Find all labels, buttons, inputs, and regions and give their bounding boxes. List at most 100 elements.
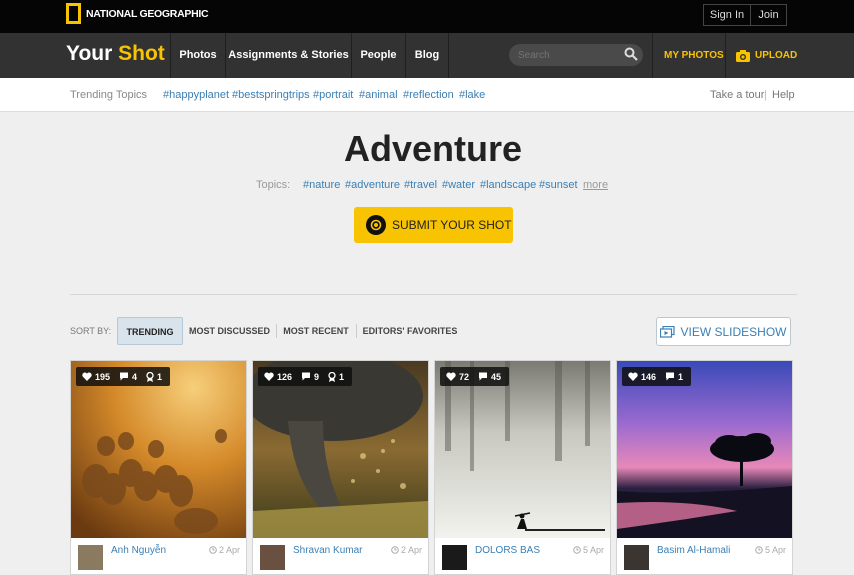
avatar[interactable] bbox=[260, 545, 285, 570]
awards-count: 1 bbox=[339, 371, 345, 382]
sign-in-link[interactable]: Sign In bbox=[703, 4, 751, 26]
comments-count: 4 bbox=[132, 371, 138, 382]
avatar[interactable] bbox=[624, 545, 649, 570]
photo-card[interactable]: 126 9 1 Shravan Kumar 2 Apr bbox=[252, 360, 429, 575]
trending-tag[interactable]: #lake bbox=[459, 89, 485, 101]
topic-tag[interactable]: #sunset bbox=[539, 179, 578, 191]
sort-trending[interactable]: TRENDING bbox=[117, 317, 183, 345]
photo-card[interactable]: 72 45 DOLORS BAS 5 Apr bbox=[434, 360, 611, 575]
date-text: 5 Apr bbox=[582, 545, 604, 555]
nav-blog[interactable]: Blog bbox=[405, 33, 449, 78]
page-title: Adventure bbox=[343, 128, 523, 169]
author-name[interactable]: Anh Nguyễn bbox=[111, 545, 201, 557]
upload-label: UPLOAD bbox=[755, 50, 798, 61]
photo-stats: 195 4 1 bbox=[76, 367, 171, 386]
sort-editors-favorites[interactable]: EDITORS' FAVORITES bbox=[362, 317, 458, 345]
awards-count: 1 bbox=[157, 371, 163, 382]
topic-tag[interactable]: #nature bbox=[303, 179, 340, 191]
sort-most-discussed[interactable]: MOST DISCUSSED bbox=[189, 317, 270, 345]
slideshow-icon bbox=[660, 325, 676, 338]
top-bar: NATIONAL GEOGRAPHIC Sign In Join bbox=[0, 0, 854, 33]
trending-tag[interactable]: #happyplanet bbox=[163, 89, 229, 101]
your-shot-brand[interactable]: Your Shot bbox=[66, 42, 165, 66]
likes-count: 72 bbox=[459, 371, 470, 382]
heart-icon bbox=[82, 372, 92, 381]
author-name[interactable]: DOLORS BAS bbox=[475, 545, 565, 557]
trending-tag[interactable]: #animal bbox=[359, 89, 398, 101]
topic-tag[interactable]: #water bbox=[442, 179, 475, 191]
likes-count: 195 bbox=[95, 371, 111, 382]
comments-count: 9 bbox=[314, 371, 320, 382]
nav-people[interactable]: People bbox=[351, 33, 405, 78]
clock-icon bbox=[391, 546, 399, 554]
camera-icon bbox=[736, 49, 750, 62]
join-link[interactable]: Join bbox=[751, 4, 787, 26]
trending-tag[interactable]: #portrait bbox=[313, 89, 353, 101]
comment-icon bbox=[120, 372, 129, 381]
award-icon bbox=[328, 371, 336, 382]
natgeo-logo[interactable]: NATIONAL GEOGRAPHIC bbox=[66, 3, 209, 24]
view-slideshow-label: VIEW SLIDESHOW bbox=[680, 324, 787, 339]
clock-icon bbox=[209, 546, 217, 554]
nav-assignments-stories[interactable]: Assignments & Stories bbox=[225, 33, 351, 78]
date-text: 5 Apr bbox=[764, 545, 786, 555]
nav-photos[interactable]: Photos bbox=[170, 33, 225, 78]
photo-stats: 72 45 bbox=[440, 367, 510, 386]
comments-count: 45 bbox=[491, 371, 502, 382]
yellow-frame-icon bbox=[66, 3, 81, 24]
clock-icon bbox=[573, 546, 581, 554]
photo-thumbnail[interactable] bbox=[617, 361, 792, 538]
main-nav: Your Shot Photos Assignments & Stories P… bbox=[0, 33, 854, 78]
view-slideshow-button[interactable]: VIEW SLIDESHOW bbox=[656, 317, 791, 346]
submit-shot-button[interactable]: SUBMIT YOUR SHOT bbox=[354, 207, 513, 243]
help-link[interactable]: Help bbox=[772, 89, 795, 101]
take-tour-link[interactable]: Take a tour bbox=[710, 89, 764, 101]
logo-text: NATIONAL GEOGRAPHIC bbox=[86, 7, 209, 20]
submit-shot-label: SUBMIT YOUR SHOT bbox=[392, 218, 512, 232]
date-text: 2 Apr bbox=[400, 545, 422, 555]
topic-tag[interactable]: #landscape bbox=[480, 179, 536, 191]
photo-date: 5 Apr bbox=[573, 545, 604, 555]
photo-date: 5 Apr bbox=[755, 545, 786, 555]
photo-card[interactable]: 146 1 Basim Al-Hamali 5 Apr bbox=[616, 360, 793, 575]
nav-separator bbox=[725, 33, 726, 78]
topics-label: Topics: bbox=[256, 179, 291, 191]
trending-bar: Trending Topics #happyplanet #bestspring… bbox=[0, 78, 854, 112]
comment-icon bbox=[302, 372, 311, 381]
photo-card[interactable]: 195 4 1 Anh Nguyễn 2 Apr bbox=[70, 360, 247, 575]
author-name[interactable]: Shravan Kumar bbox=[293, 545, 383, 557]
trending-tag[interactable]: #bestspringtrips bbox=[232, 89, 310, 101]
likes-count: 146 bbox=[641, 371, 657, 382]
upload-link[interactable]: UPLOAD bbox=[736, 33, 797, 78]
likes-count: 126 bbox=[277, 371, 293, 382]
photo-stats: 146 1 bbox=[622, 367, 692, 386]
author-name[interactable]: Basim Al-Hamali bbox=[657, 545, 747, 557]
photo-stats: 126 9 1 bbox=[258, 367, 353, 386]
trending-label: Trending Topics bbox=[70, 89, 148, 101]
heart-icon bbox=[628, 372, 638, 381]
photo-thumbnail[interactable] bbox=[253, 361, 428, 538]
brand-word-shot: Shot bbox=[118, 42, 165, 65]
avatar[interactable] bbox=[442, 545, 467, 570]
camera-icon bbox=[366, 215, 386, 235]
section-divider bbox=[70, 294, 797, 295]
sort-separator bbox=[356, 324, 357, 338]
photo-thumbnail[interactable] bbox=[435, 361, 610, 538]
topic-tag[interactable]: #adventure bbox=[345, 179, 400, 191]
photo-date: 2 Apr bbox=[391, 545, 422, 555]
comments-count: 1 bbox=[678, 371, 684, 382]
more-topics-link[interactable]: more bbox=[583, 179, 608, 191]
photo-thumbnail[interactable] bbox=[71, 361, 246, 538]
search-icon[interactable] bbox=[623, 46, 639, 62]
award-icon bbox=[146, 371, 154, 382]
avatar[interactable] bbox=[78, 545, 103, 570]
trending-tag[interactable]: #reflection bbox=[403, 89, 454, 101]
comment-icon bbox=[479, 372, 488, 381]
sort-most-recent[interactable]: MOST RECENT bbox=[282, 317, 350, 345]
sort-separator bbox=[276, 324, 277, 338]
brand-word-your: Your bbox=[66, 42, 113, 65]
heart-icon bbox=[264, 372, 274, 381]
topic-tag[interactable]: #travel bbox=[404, 179, 437, 191]
my-photos-link[interactable]: MY PHOTOS bbox=[664, 33, 724, 78]
clock-icon bbox=[755, 546, 763, 554]
